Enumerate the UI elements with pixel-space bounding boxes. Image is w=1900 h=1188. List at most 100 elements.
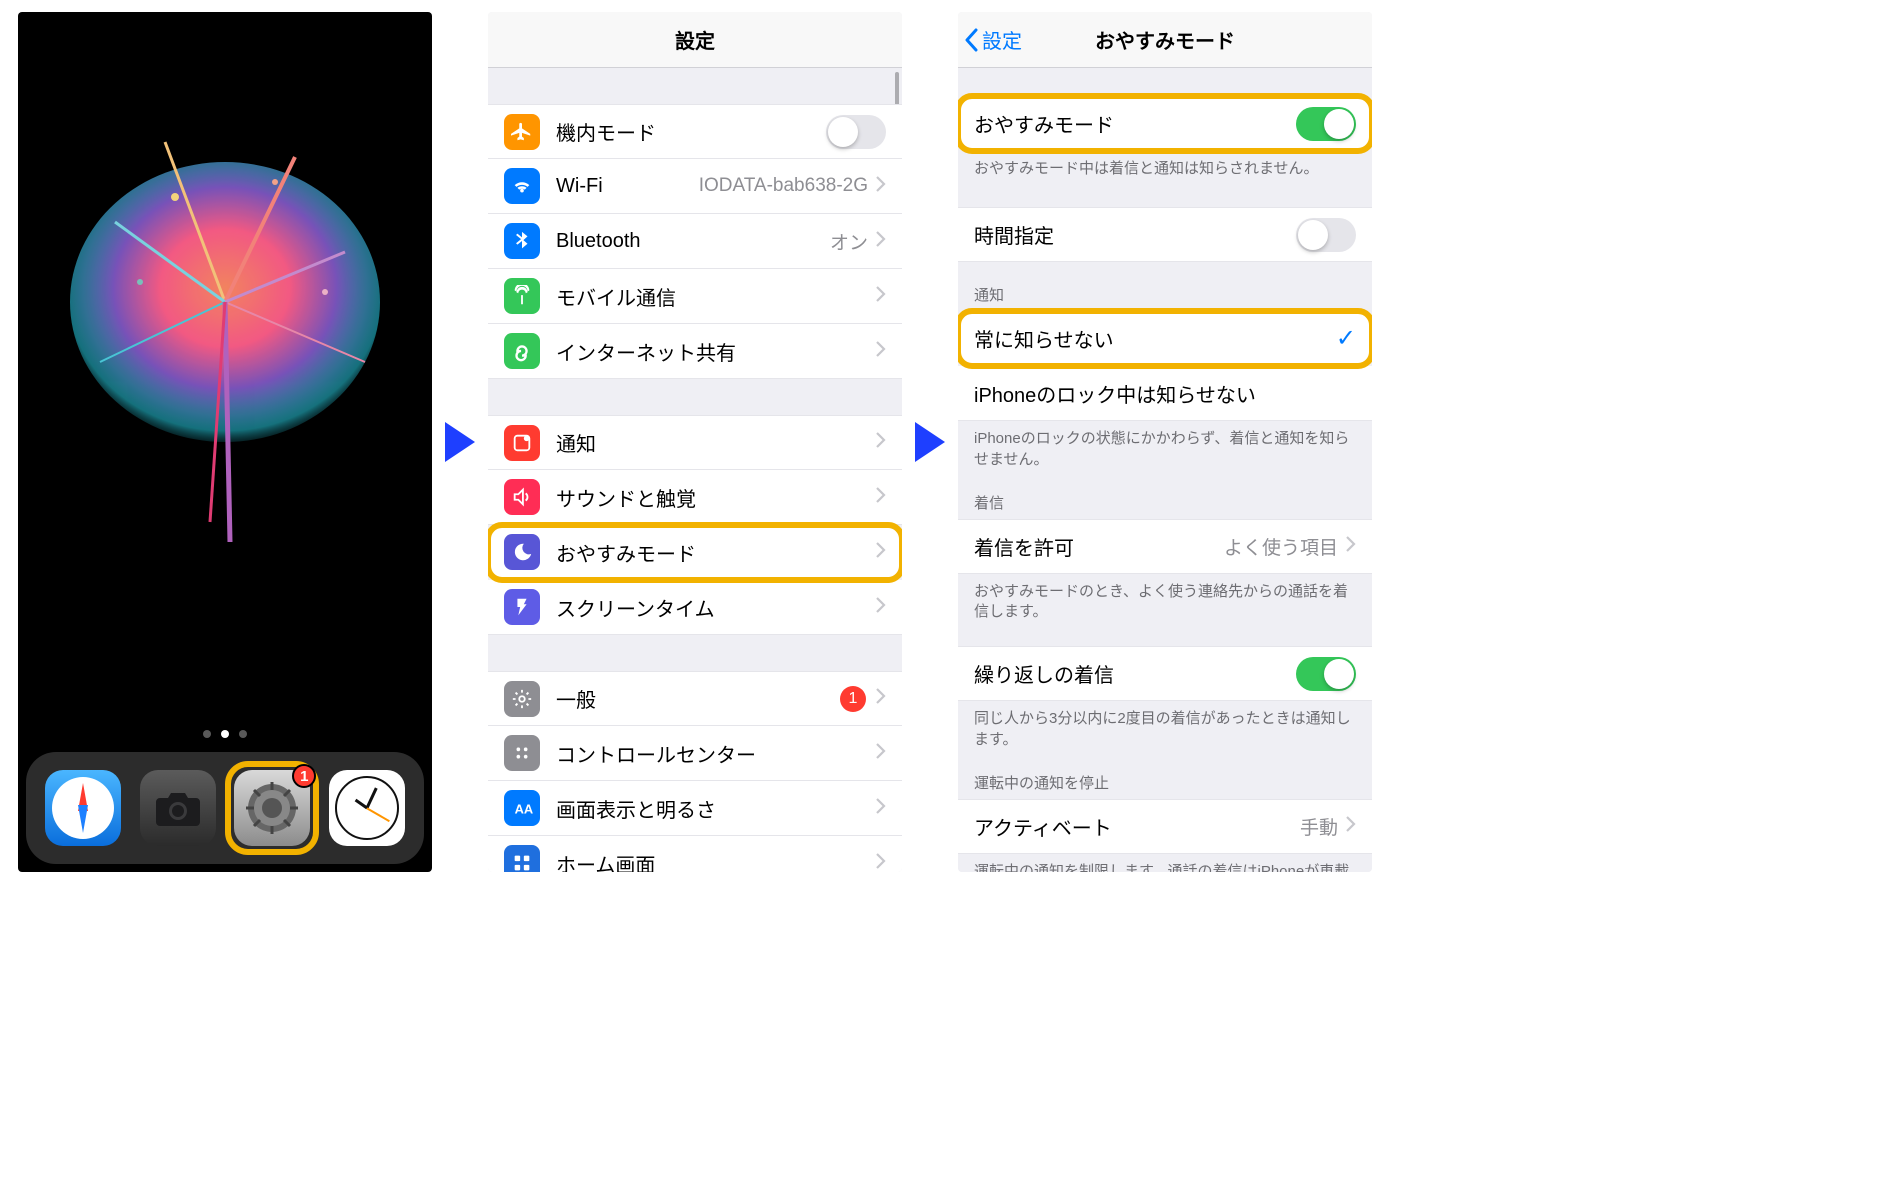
chevron-right-icon bbox=[1346, 535, 1356, 558]
row-detail: オン bbox=[830, 228, 868, 255]
control-center-icon bbox=[504, 735, 540, 771]
row-label: 繰り返しの着信 bbox=[974, 659, 1296, 688]
checkmark-icon: ✓ bbox=[1336, 324, 1356, 353]
dnd-list[interactable]: おやすみモード おやすみモード中は着信と通知は知らされません。 時間指定 通知 … bbox=[958, 68, 1372, 872]
row-scheduled[interactable]: 時間指定 bbox=[958, 207, 1372, 262]
chevron-right-icon bbox=[876, 230, 886, 253]
row-activate[interactable]: アクティベート 手動 bbox=[958, 799, 1372, 854]
gear-icon bbox=[504, 681, 540, 717]
row-cellular[interactable]: モバイル通信 bbox=[488, 269, 902, 324]
highlight-settings-app: 1 bbox=[228, 764, 316, 852]
row-label: 画面表示と明るさ bbox=[556, 794, 876, 823]
chevron-right-icon bbox=[876, 596, 886, 619]
settings-badge: 1 bbox=[292, 764, 316, 788]
chevron-right-icon bbox=[1346, 815, 1356, 838]
clock-app-icon[interactable] bbox=[329, 770, 405, 846]
screentime-icon bbox=[504, 589, 540, 625]
row-label: 通知 bbox=[556, 428, 876, 457]
safari-app-icon[interactable] bbox=[45, 770, 121, 846]
driving-note: 運転中の通知を制限します。通話の着信はiPhoneが車載 bbox=[958, 854, 1372, 872]
dnd-toggle-note: おやすみモード中は着信と通知は知らされません。 bbox=[958, 151, 1372, 179]
moon-icon bbox=[504, 534, 540, 570]
settings-list[interactable]: 機内モード Wi-Fi IODATA-bab638-2G Bluetooth オ… bbox=[488, 68, 902, 872]
chevron-right-icon bbox=[876, 541, 886, 564]
sounds-icon bbox=[504, 479, 540, 515]
chevron-right-icon bbox=[876, 431, 886, 454]
home-wallpaper bbox=[18, 12, 432, 752]
dnd-toggle[interactable] bbox=[1296, 107, 1356, 141]
row-label: サウンドと触覚 bbox=[556, 483, 876, 512]
bluetooth-icon bbox=[504, 223, 540, 259]
cellular-icon bbox=[504, 278, 540, 314]
wifi-icon bbox=[504, 168, 540, 204]
row-dnd-toggle[interactable]: おやすみモード bbox=[958, 96, 1372, 151]
chevron-right-icon bbox=[876, 797, 886, 820]
row-bluetooth[interactable]: Bluetooth オン bbox=[488, 214, 902, 269]
notifications-icon bbox=[504, 425, 540, 461]
row-silence-always[interactable]: 常に知らせない ✓ bbox=[958, 311, 1372, 366]
row-label: 着信を許可 bbox=[974, 532, 1224, 561]
nav-title: 設定 bbox=[675, 25, 715, 54]
airplane-toggle[interactable] bbox=[826, 115, 886, 149]
row-airplane-mode[interactable]: 機内モード bbox=[488, 104, 902, 159]
back-button[interactable]: 設定 bbox=[964, 12, 1022, 67]
row-label: 時間指定 bbox=[974, 220, 1296, 249]
row-label: 常に知らせない bbox=[974, 324, 1336, 353]
silence-header: 通知 bbox=[958, 262, 1372, 311]
row-do-not-disturb[interactable]: おやすみモード bbox=[488, 525, 902, 580]
row-label: 機内モード bbox=[556, 117, 826, 146]
row-detail: 手動 bbox=[1300, 813, 1338, 840]
chevron-right-icon bbox=[876, 852, 886, 873]
phone-header: 着信 bbox=[958, 470, 1372, 519]
dock: 1 bbox=[26, 752, 424, 864]
row-label: モバイル通信 bbox=[556, 282, 876, 311]
phone-home-screen: 1 bbox=[18, 12, 432, 872]
phone-settings-list: 設定 機内モード Wi-Fi IODATA-bab638-2G Bluetoot… bbox=[488, 12, 902, 872]
row-label: インターネット共有 bbox=[556, 337, 876, 366]
row-label: おやすみモード bbox=[556, 538, 876, 567]
airplane-icon bbox=[504, 114, 540, 150]
row-control-center[interactable]: コントロールセンター bbox=[488, 726, 902, 781]
row-label: アクティベート bbox=[974, 812, 1300, 841]
row-repeated-calls[interactable]: 繰り返しの着信 bbox=[958, 646, 1372, 701]
repeated-toggle[interactable] bbox=[1296, 657, 1356, 691]
chevron-right-icon bbox=[876, 340, 886, 363]
row-general[interactable]: 一般 1 bbox=[488, 671, 902, 726]
driving-header: 運転中の通知を停止 bbox=[958, 750, 1372, 799]
settings-app-icon[interactable]: 1 bbox=[234, 770, 310, 846]
scheduled-toggle[interactable] bbox=[1296, 218, 1356, 252]
row-label: スクリーンタイム bbox=[556, 593, 876, 622]
camera-app-icon[interactable] bbox=[140, 770, 216, 846]
row-label: ホーム画面 bbox=[556, 849, 876, 873]
row-notifications[interactable]: 通知 bbox=[488, 415, 902, 470]
hotspot-icon bbox=[504, 333, 540, 369]
row-detail: よく使う項目 bbox=[1224, 533, 1338, 560]
row-display[interactable]: AA 画面表示と明るさ bbox=[488, 781, 902, 836]
chevron-right-icon bbox=[876, 285, 886, 308]
row-allow-calls-from[interactable]: 着信を許可 よく使う項目 bbox=[958, 519, 1372, 574]
row-label: Bluetooth bbox=[556, 230, 830, 253]
nav-dnd: 設定 おやすみモード bbox=[958, 12, 1372, 68]
allow-note: おやすみモードのとき、よく使う連絡先からの通話を着信します。 bbox=[958, 574, 1372, 623]
row-silence-locked[interactable]: iPhoneのロック中は知らせない bbox=[958, 366, 1372, 421]
phone-dnd-detail: 設定 おやすみモード おやすみモード おやすみモード中は着信と通知は知らされませ… bbox=[958, 12, 1372, 872]
row-detail: IODATA-bab638-2G bbox=[699, 175, 868, 197]
arrow-1 bbox=[432, 12, 488, 872]
row-sounds[interactable]: サウンドと触覚 bbox=[488, 470, 902, 525]
chevron-right-icon bbox=[876, 742, 886, 765]
chevron-right-icon bbox=[876, 687, 886, 710]
row-wifi[interactable]: Wi-Fi IODATA-bab638-2G bbox=[488, 159, 902, 214]
row-screen-time[interactable]: スクリーンタイム bbox=[488, 580, 902, 635]
nav-title: おやすみモード bbox=[1095, 25, 1235, 54]
wallpaper-explosion bbox=[45, 102, 405, 562]
arrow-2 bbox=[902, 12, 958, 872]
repeated-note: 同じ人から3分以内に2度目の着信があったときは通知します。 bbox=[958, 701, 1372, 750]
row-label: コントロールセンター bbox=[556, 739, 876, 768]
row-hotspot[interactable]: インターネット共有 bbox=[488, 324, 902, 379]
chevron-right-icon bbox=[876, 175, 886, 198]
row-home-screen[interactable]: ホーム画面 bbox=[488, 836, 902, 872]
page-indicator[interactable] bbox=[203, 730, 247, 738]
display-icon: AA bbox=[504, 790, 540, 826]
svg-text:AA: AA bbox=[515, 802, 533, 817]
general-badge: 1 bbox=[840, 686, 866, 712]
